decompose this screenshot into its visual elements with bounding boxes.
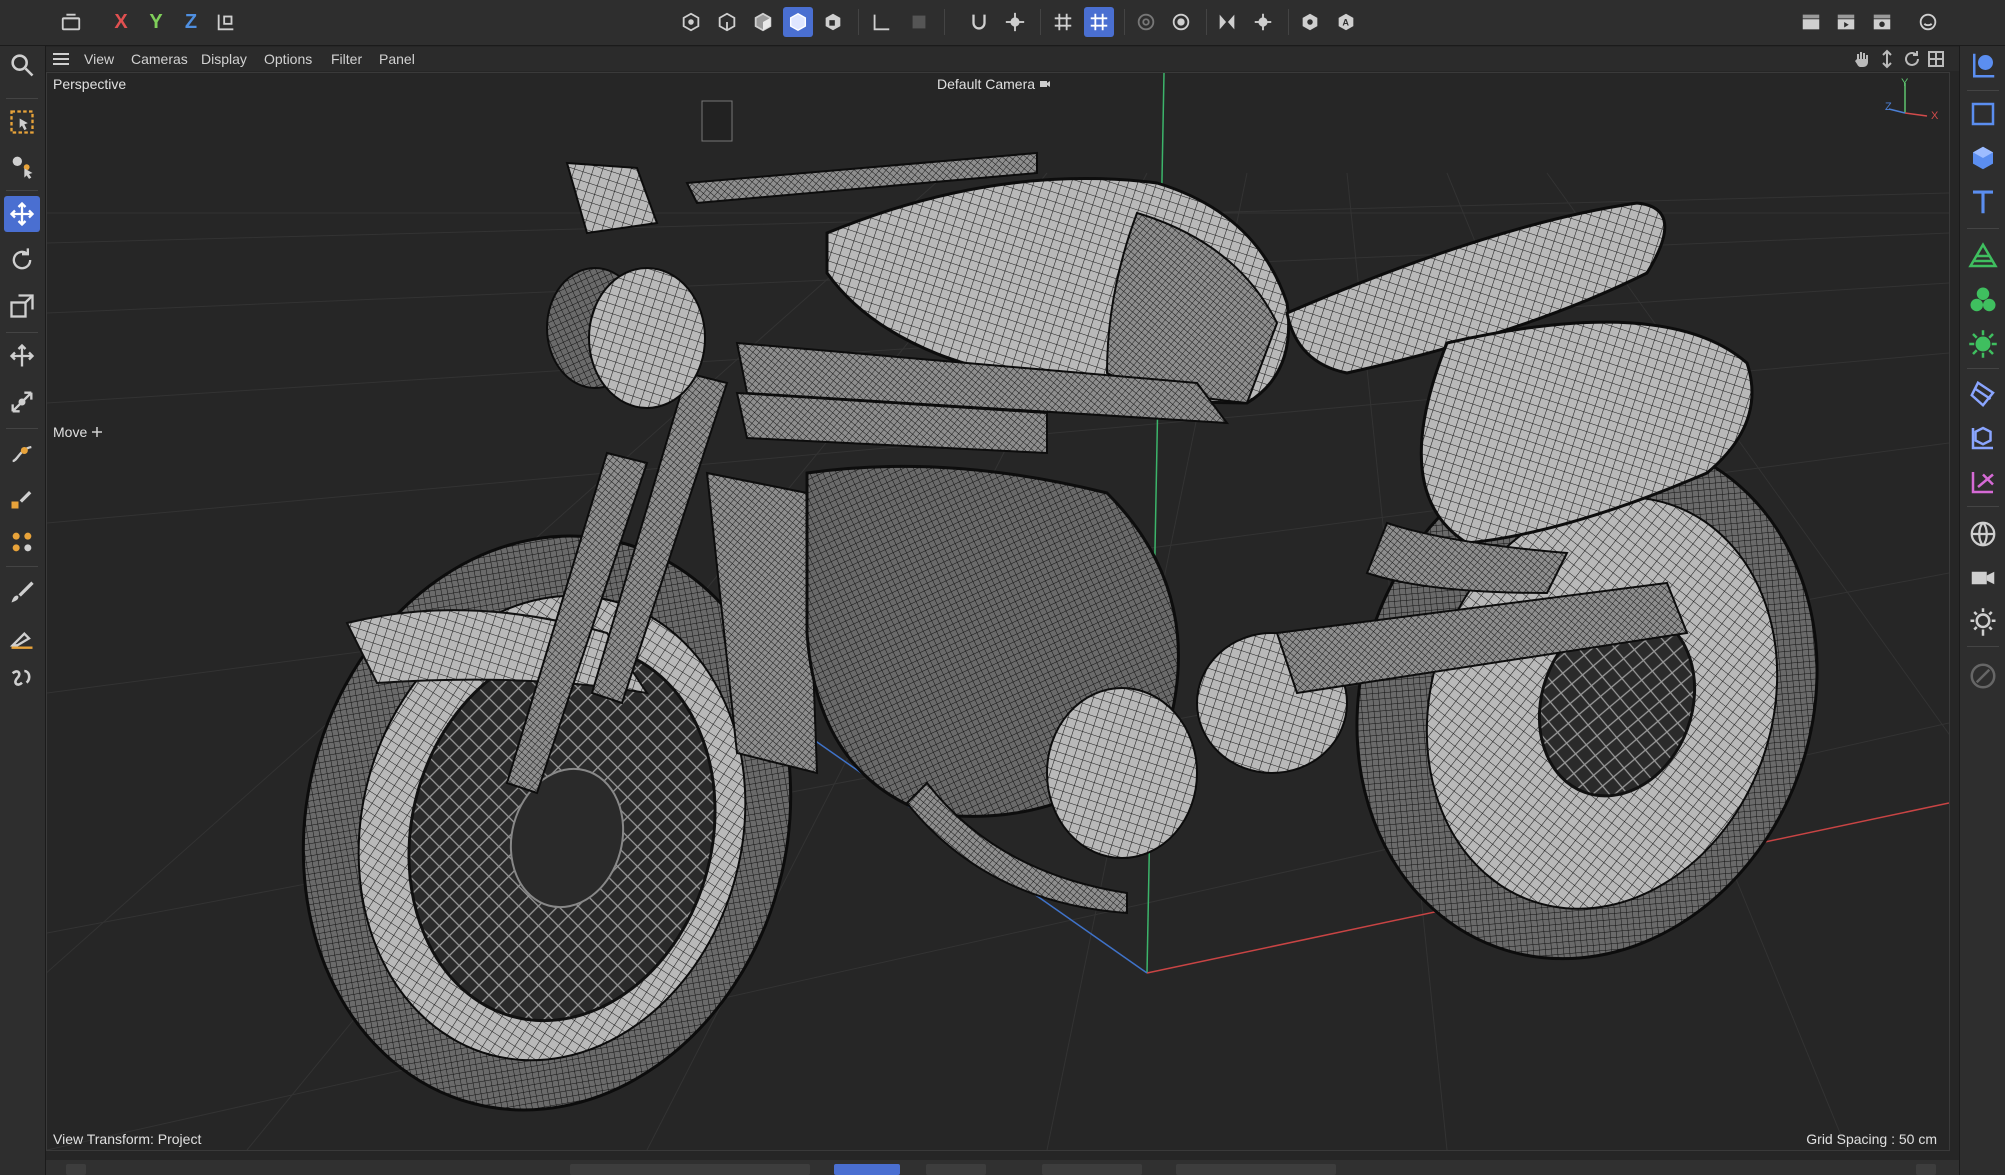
edges-mode-icon[interactable] bbox=[712, 7, 742, 37]
grid-snap-icon[interactable] bbox=[1048, 7, 1078, 37]
symmetry-settings-icon[interactable] bbox=[1248, 7, 1278, 37]
symmetry-icon[interactable] bbox=[1212, 7, 1242, 37]
camera-label: Default Camera bbox=[937, 76, 1036, 92]
motorcycle-wireframe-model[interactable] bbox=[240, 100, 1889, 1150]
key-controls[interactable] bbox=[1176, 1164, 1336, 1175]
bottom-timeline-bar bbox=[46, 1160, 1959, 1175]
frame-field[interactable] bbox=[926, 1164, 986, 1175]
brush-icon[interactable] bbox=[4, 574, 40, 610]
generator-icon[interactable] bbox=[1965, 282, 2001, 318]
polygons-mode-icon[interactable] bbox=[748, 7, 778, 37]
object-manager-icon[interactable] bbox=[1965, 47, 2001, 83]
viewport-canvas bbox=[47, 73, 1949, 1150]
polygon-pen-icon[interactable] bbox=[4, 660, 40, 696]
spline-pen-icon[interactable] bbox=[4, 436, 40, 472]
axis-z-toggle[interactable]: Z bbox=[176, 7, 206, 37]
perspective-viewport[interactable]: Perspective Default Camera Move Z Y X Vi… bbox=[46, 72, 1950, 1151]
auto-key-icon[interactable]: A bbox=[1331, 7, 1361, 37]
light-icon[interactable] bbox=[1965, 604, 2001, 640]
viewport-solo-icon[interactable] bbox=[904, 7, 934, 37]
solo-mode-icon[interactable] bbox=[1166, 7, 1196, 37]
environment-icon[interactable] bbox=[1965, 516, 2001, 552]
axis-mode-icon[interactable] bbox=[866, 7, 896, 37]
spline-paint-icon[interactable] bbox=[4, 480, 40, 516]
edit-disabled-icon[interactable] bbox=[1965, 658, 2001, 694]
layout-switch-icon[interactable] bbox=[1913, 7, 1943, 37]
right-toolbar bbox=[1959, 46, 2005, 1175]
gizmo-x-label: X bbox=[1931, 110, 1939, 122]
svg-text:A: A bbox=[1342, 18, 1349, 28]
render-view-icon[interactable] bbox=[1295, 7, 1325, 37]
view-transform-label: View Transform: Project bbox=[53, 1131, 202, 1147]
menu-filter[interactable]: Filter bbox=[331, 51, 362, 67]
coordinate-system-icon[interactable] bbox=[211, 7, 241, 37]
menu-panel[interactable]: Panel bbox=[379, 51, 415, 67]
camera-selector[interactable]: Default Camera bbox=[937, 76, 1051, 92]
render-view-clapper-icon[interactable] bbox=[1796, 7, 1826, 37]
orbit-icon[interactable] bbox=[1902, 49, 1922, 69]
camera-icon bbox=[1040, 81, 1051, 87]
left-toolbar bbox=[0, 46, 46, 1175]
scale-icon[interactable] bbox=[4, 288, 40, 324]
magnet-snap-icon[interactable] bbox=[964, 7, 994, 37]
menu-view[interactable]: View bbox=[84, 51, 114, 67]
play-controls[interactable] bbox=[834, 1164, 900, 1175]
zoom-arrows-icon[interactable] bbox=[1877, 49, 1897, 69]
menu-cameras[interactable]: Cameras bbox=[131, 51, 188, 67]
camera-object-icon[interactable] bbox=[1965, 464, 2001, 500]
menu-options[interactable]: Options bbox=[264, 51, 312, 67]
deformer-icon[interactable] bbox=[1965, 326, 2001, 362]
tool-hud-label: Move bbox=[53, 424, 88, 440]
field-icon[interactable] bbox=[1965, 376, 2001, 412]
viewport-name-label[interactable]: Perspective bbox=[53, 76, 126, 92]
camera-icon[interactable] bbox=[1965, 560, 2001, 596]
null-icon[interactable] bbox=[1965, 96, 2001, 132]
points-mode-icon[interactable] bbox=[676, 7, 706, 37]
tool-hud[interactable]: Move bbox=[53, 424, 103, 440]
render-settings-icon[interactable] bbox=[1867, 7, 1897, 37]
text-icon[interactable] bbox=[1965, 184, 2001, 220]
grid-spacing-label: Grid Spacing : 50 cm bbox=[1806, 1131, 1937, 1147]
move-small-icon bbox=[92, 427, 103, 437]
search-icon[interactable] bbox=[4, 47, 40, 83]
gizmo-z-label: Z bbox=[1885, 101, 1892, 113]
viewport-menu-bar: View Cameras Display Options Filter Pane… bbox=[46, 47, 1959, 71]
lock-workplane-icon[interactable] bbox=[1131, 7, 1161, 37]
timeline-track[interactable] bbox=[570, 1164, 810, 1175]
live-select-icon[interactable] bbox=[4, 148, 40, 184]
timeline-settings[interactable] bbox=[1916, 1164, 1936, 1175]
workplane-grid-icon[interactable] bbox=[1084, 7, 1114, 37]
gizmo-y-label: Y bbox=[1901, 77, 1909, 89]
move-icon[interactable] bbox=[4, 196, 40, 232]
transfer-icon[interactable] bbox=[4, 338, 40, 374]
hamburger-menu-icon[interactable] bbox=[52, 50, 70, 68]
snap-settings-icon[interactable] bbox=[1000, 7, 1030, 37]
timeline-control[interactable] bbox=[66, 1164, 86, 1175]
render-to-picture-viewer-icon[interactable] bbox=[1831, 7, 1861, 37]
rotate-icon[interactable] bbox=[4, 242, 40, 278]
tag-icon[interactable] bbox=[1965, 420, 2001, 456]
axis-x-toggle[interactable]: X bbox=[106, 7, 136, 37]
selection-icon[interactable] bbox=[4, 104, 40, 140]
snap-scale-icon[interactable] bbox=[4, 384, 40, 420]
pan-hand-icon[interactable] bbox=[1852, 49, 1872, 69]
undo-history-icon[interactable] bbox=[56, 7, 86, 37]
top-toolbar: X Y Z A bbox=[0, 0, 2005, 46]
cube-icon[interactable] bbox=[1965, 140, 2001, 176]
model-mode-icon[interactable] bbox=[783, 7, 813, 37]
texture-mode-icon[interactable] bbox=[818, 7, 848, 37]
menu-display[interactable]: Display bbox=[201, 51, 247, 67]
axis-y-toggle[interactable]: Y bbox=[141, 7, 171, 37]
spline-icon[interactable] bbox=[1965, 238, 2001, 274]
record-controls[interactable] bbox=[1042, 1164, 1142, 1175]
maximize-viewport-icon[interactable] bbox=[1926, 49, 1946, 69]
knife-icon[interactable] bbox=[4, 618, 40, 654]
sculpt-icon[interactable] bbox=[4, 524, 40, 560]
